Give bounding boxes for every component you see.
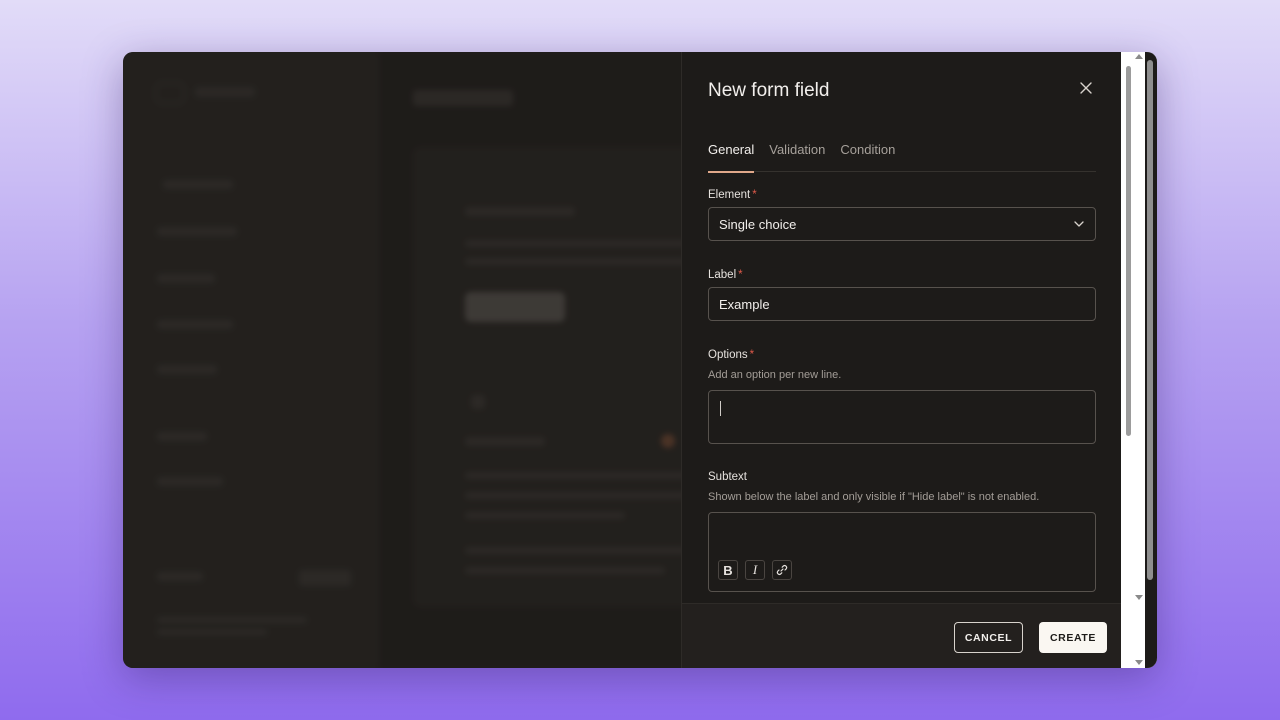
options-field-label: Options * [708,349,755,361]
element-field-label: Element * [708,189,757,201]
subtext-editor[interactable]: B I [708,512,1096,592]
panel-footer: CANCEL CREATE [682,603,1122,668]
new-form-field-panel: New form field General Validation Condit… [681,52,1122,668]
subtext-field-label: Subtext [708,471,747,483]
scroll-down-arrow[interactable] [1135,595,1143,600]
options-help-text: Add an option per new line. [708,369,842,381]
label-input-value: Example [719,297,770,312]
chevron-down-icon [1074,221,1084,227]
app-window: New form field General Validation Condit… [123,52,1157,668]
scrollbar-area [1121,52,1157,668]
element-select-value: Single choice [719,217,797,232]
subtext-help-text: Shown below the label and only visible i… [708,491,1040,503]
link-icon [776,565,788,575]
label-field-label: Label * [708,269,743,281]
cancel-button[interactable]: CANCEL [954,622,1023,653]
tab-condition[interactable]: Condition [840,140,895,172]
tab-bar: General Validation Condition [708,140,1096,173]
options-textarea[interactable] [708,390,1096,444]
element-select[interactable]: Single choice [708,207,1096,241]
outer-scrollbar-thumb[interactable] [1147,60,1153,580]
outer-scroll-down-arrow[interactable] [1135,660,1143,665]
italic-button[interactable]: I [745,560,765,580]
required-mark: * [752,189,757,201]
close-button[interactable] [1076,78,1096,98]
text-caret [720,401,721,416]
required-mark: * [738,269,743,281]
bold-icon: B [723,562,733,578]
create-button[interactable]: CREATE [1039,622,1107,653]
scroll-up-arrow[interactable] [1135,54,1143,59]
tab-validation[interactable]: Validation [769,140,825,172]
close-icon [1080,82,1092,94]
inner-scrollbar-thumb[interactable] [1126,66,1131,436]
link-button[interactable] [772,560,792,580]
inner-scrollbar[interactable] [1123,52,1143,668]
tab-general[interactable]: General [708,140,755,173]
panel-title: New form field [708,80,830,101]
bold-button[interactable]: B [718,560,738,580]
italic-icon: I [752,562,758,577]
required-mark: * [749,349,755,361]
label-input[interactable]: Example [708,287,1096,321]
